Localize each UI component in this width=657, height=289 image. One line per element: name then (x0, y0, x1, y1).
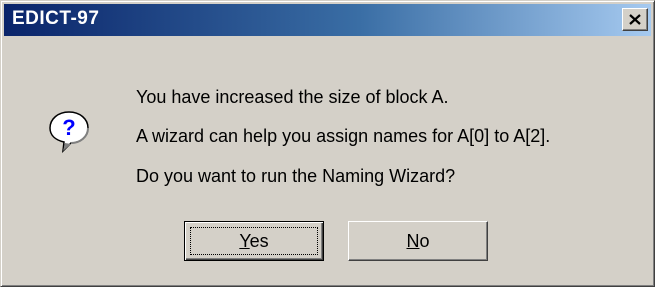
window-title: EDICT-97 (12, 8, 100, 29)
title-bar[interactable]: EDICT-97 (4, 4, 651, 36)
message-line-2: A wizard can help you assign names for A… (136, 126, 551, 146)
message-line-3: Do you want to run the Naming Wizard? (136, 166, 456, 186)
close-button[interactable] (622, 8, 648, 31)
no-button-label: No (406, 230, 430, 251)
message-dialog: EDICT-97 ? You have increased the size o… (0, 0, 655, 287)
no-button[interactable]: No (348, 221, 488, 261)
close-x-icon (629, 14, 641, 25)
svg-text:?: ? (62, 115, 75, 140)
question-balloon-icon: ? (49, 111, 89, 153)
focus-ring (190, 227, 318, 255)
yes-button[interactable]: Yes (184, 221, 324, 261)
message-line-1: You have increased the size of block A. (136, 87, 449, 107)
